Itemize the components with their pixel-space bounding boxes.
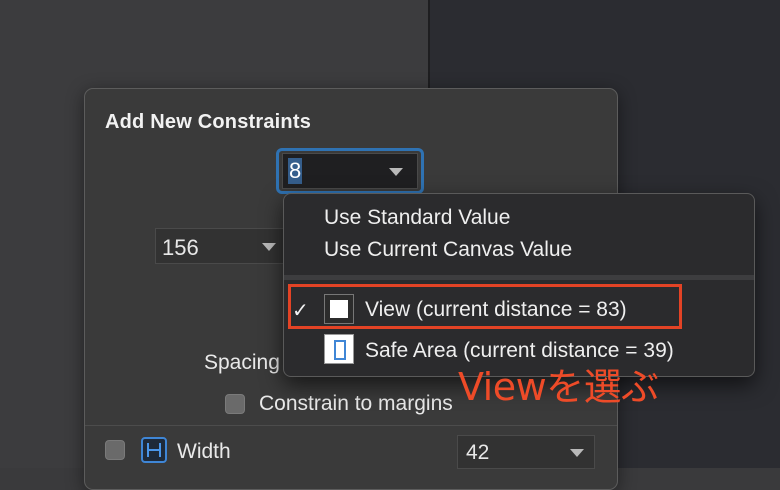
spacing-label: Spacing bbox=[204, 351, 280, 374]
menu-item-use-standard-value[interactable]: Use Standard Value bbox=[324, 206, 510, 230]
top-constraint-value[interactable]: 8 bbox=[288, 158, 303, 184]
width-checkbox[interactable] bbox=[105, 440, 125, 460]
width-value[interactable]: 42 bbox=[466, 441, 489, 465]
top-constraint-field[interactable]: 8 bbox=[282, 153, 418, 189]
menu-item-use-current-canvas-value[interactable]: Use Current Canvas Value bbox=[324, 238, 572, 262]
annotation-highlight-box bbox=[288, 284, 682, 329]
popover-title: Add New Constraints bbox=[105, 111, 312, 133]
leading-constraint-field[interactable]: 156 bbox=[155, 228, 287, 264]
panel-divider bbox=[85, 425, 617, 426]
width-label: Width bbox=[177, 440, 231, 463]
width-constraint-icon bbox=[141, 437, 167, 463]
chevron-down-icon[interactable] bbox=[389, 168, 403, 176]
constrain-margins-checkbox[interactable] bbox=[225, 394, 245, 414]
menu-separator bbox=[284, 275, 754, 280]
annotation-text: Viewを選ぶ bbox=[458, 365, 659, 409]
constrain-margins-label[interactable]: Constrain to margins bbox=[259, 392, 453, 416]
chevron-down-icon[interactable] bbox=[570, 449, 584, 457]
safe-area-swatch-icon bbox=[324, 334, 354, 364]
chevron-down-icon[interactable] bbox=[262, 243, 276, 251]
width-value-field[interactable]: 42 bbox=[457, 435, 595, 469]
leading-constraint-value[interactable]: 156 bbox=[162, 235, 199, 261]
